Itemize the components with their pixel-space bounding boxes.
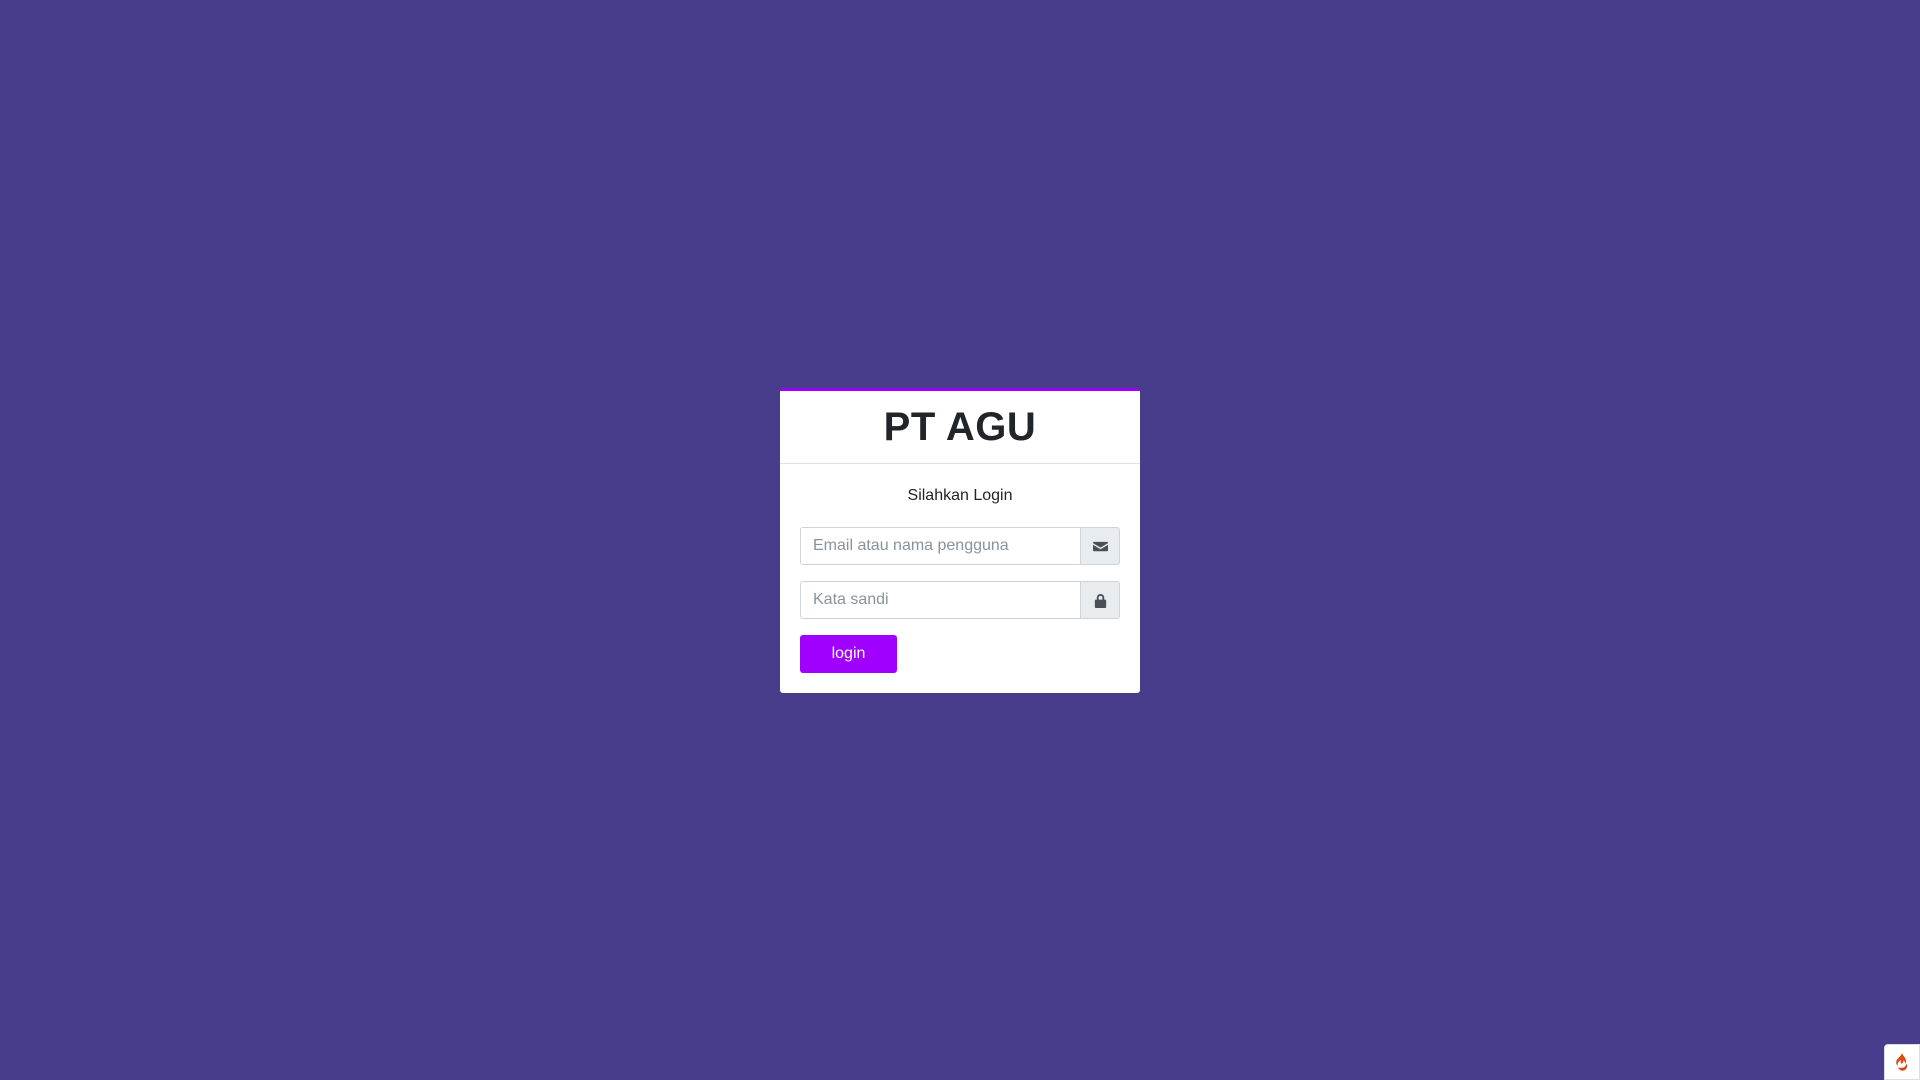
- password-addon: [1080, 581, 1120, 619]
- login-card-body: Silahkan Login Email atau nama pengguna …: [780, 464, 1140, 693]
- username-input[interactable]: [800, 527, 1080, 565]
- username-addon: [1080, 527, 1120, 565]
- username-input-group: [800, 527, 1120, 565]
- password-input-group: [800, 581, 1120, 619]
- flame-icon: [1896, 1053, 1908, 1071]
- login-card-header: PT AGU: [780, 391, 1140, 464]
- password-input[interactable]: [800, 581, 1080, 619]
- login-message: Silahkan Login: [907, 487, 1013, 504]
- lock-icon: [1094, 593, 1106, 608]
- login-card: PT AGU Silahkan Login Email atau nama pe…: [780, 388, 1140, 693]
- login-form: login: [800, 527, 1120, 673]
- login-page: PT AGU Silahkan Login Email atau nama pe…: [0, 0, 1920, 1080]
- brand-title: PT AGU: [883, 404, 1037, 449]
- login-button[interactable]: login: [800, 635, 897, 673]
- envelope-icon: [1092, 541, 1108, 551]
- debug-toolbar-toggle[interactable]: [1884, 1044, 1920, 1080]
